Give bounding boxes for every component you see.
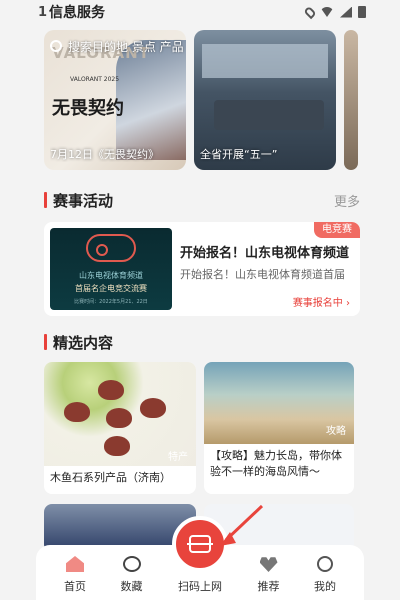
tab-home[interactable]: 首页 [50,545,100,600]
event-title: 开始报名！山东电视体育频道 [180,246,350,261]
events-section-header: 赛事活动 更多 [44,190,360,210]
tab-profile[interactable]: 我的 [300,545,350,600]
card-caption: 【攻略】魅力长岛，带你体验不一样的海岛风情～ [210,449,342,478]
event-badge: 电竞赛 [314,222,360,238]
event-register-link[interactable]: 赛事报名中 › [293,294,350,309]
event-thumbnail: 山东电视体育频道 首届名企电竞交流赛 比赛时间：2022年5月21、22日 [50,228,172,310]
wifi-icon [320,7,334,17]
events-title: 赛事活动 [53,191,114,210]
teapot-image [98,380,124,400]
app-title: 信息服务 [49,5,106,21]
card-caption: 木鱼石系列产品（济南） [50,471,171,484]
status-icons [303,5,366,19]
tab-label: 推荐 [257,580,280,593]
teapot-image [106,408,132,428]
section-accent-bar [44,334,47,350]
heart-icon [259,557,278,572]
event-card[interactable]: 山东电视体育频道 首届名企电竞交流赛 比赛时间：2022年5月21、22日 电竞… [44,222,360,316]
featured-title: 精选内容 [53,333,114,352]
content-card[interactable]: 攻略 【攻略】魅力长岛，带你体验不一样的海岛风情～ [204,362,354,494]
thumb-line-2: 首届名企电竞交流赛 [75,284,147,293]
banner-table-image [214,100,324,130]
tab-recommend[interactable]: 推荐 [244,545,294,600]
gamepad-icon [86,234,136,262]
battery-icon [358,6,366,18]
teapot-image [140,398,166,418]
section-accent-bar [44,192,47,208]
signal-icon [340,6,352,18]
banner-caption: 7月12日《无畏契约》 [50,148,159,161]
card-tag: 攻略 [326,426,346,437]
card-image: 攻略 [204,362,354,444]
banner-subtitle: VALORANT 2025 [70,76,120,83]
banner-caption: 全省开展“五一” [200,148,278,161]
tab-label: 首页 [64,580,86,593]
tab-label: 数藏 [120,580,143,593]
home-icon [66,556,84,572]
event-description: 开始报名！山东电视体育频道首届 [180,268,345,281]
section-title: 精选内容 [44,332,113,353]
scan-button[interactable] [172,516,228,572]
profile-icon [317,556,333,572]
section-title: 赛事活动 [44,190,113,211]
tab-label: 扫码上网 [178,580,222,593]
banner-headline: 无畏契约 [52,98,124,119]
featured-section-header: 精选内容 [44,332,360,352]
status-time: 1 [38,4,48,20]
search-bar[interactable]: 搜索目的地 景点 产品 [40,34,360,58]
teapot-image [104,436,130,456]
status-left: 1 信息服务 [38,2,105,22]
collect-icon [122,556,141,572]
search-placeholder: 搜索目的地 景点 产品 [68,39,184,54]
status-bar: 1 信息服务 [0,0,400,24]
content-card[interactable]: 特产 木鱼石系列产品（济南） [44,362,196,494]
search-icon [50,40,62,52]
scan-icon [187,535,213,553]
teapot-image [64,402,90,422]
location-icon [303,5,317,19]
tab-collect[interactable]: 数藏 [107,545,157,600]
thumb-line-1: 山东电视体育频道 [79,271,143,280]
card-tag: 特产 [168,452,188,463]
card-image: 特产 [44,362,196,466]
tab-label: 我的 [314,580,336,593]
more-link[interactable]: 更多 [334,191,360,210]
thumb-line-3: 比赛时间：2022年5月21、22日 [74,299,148,305]
